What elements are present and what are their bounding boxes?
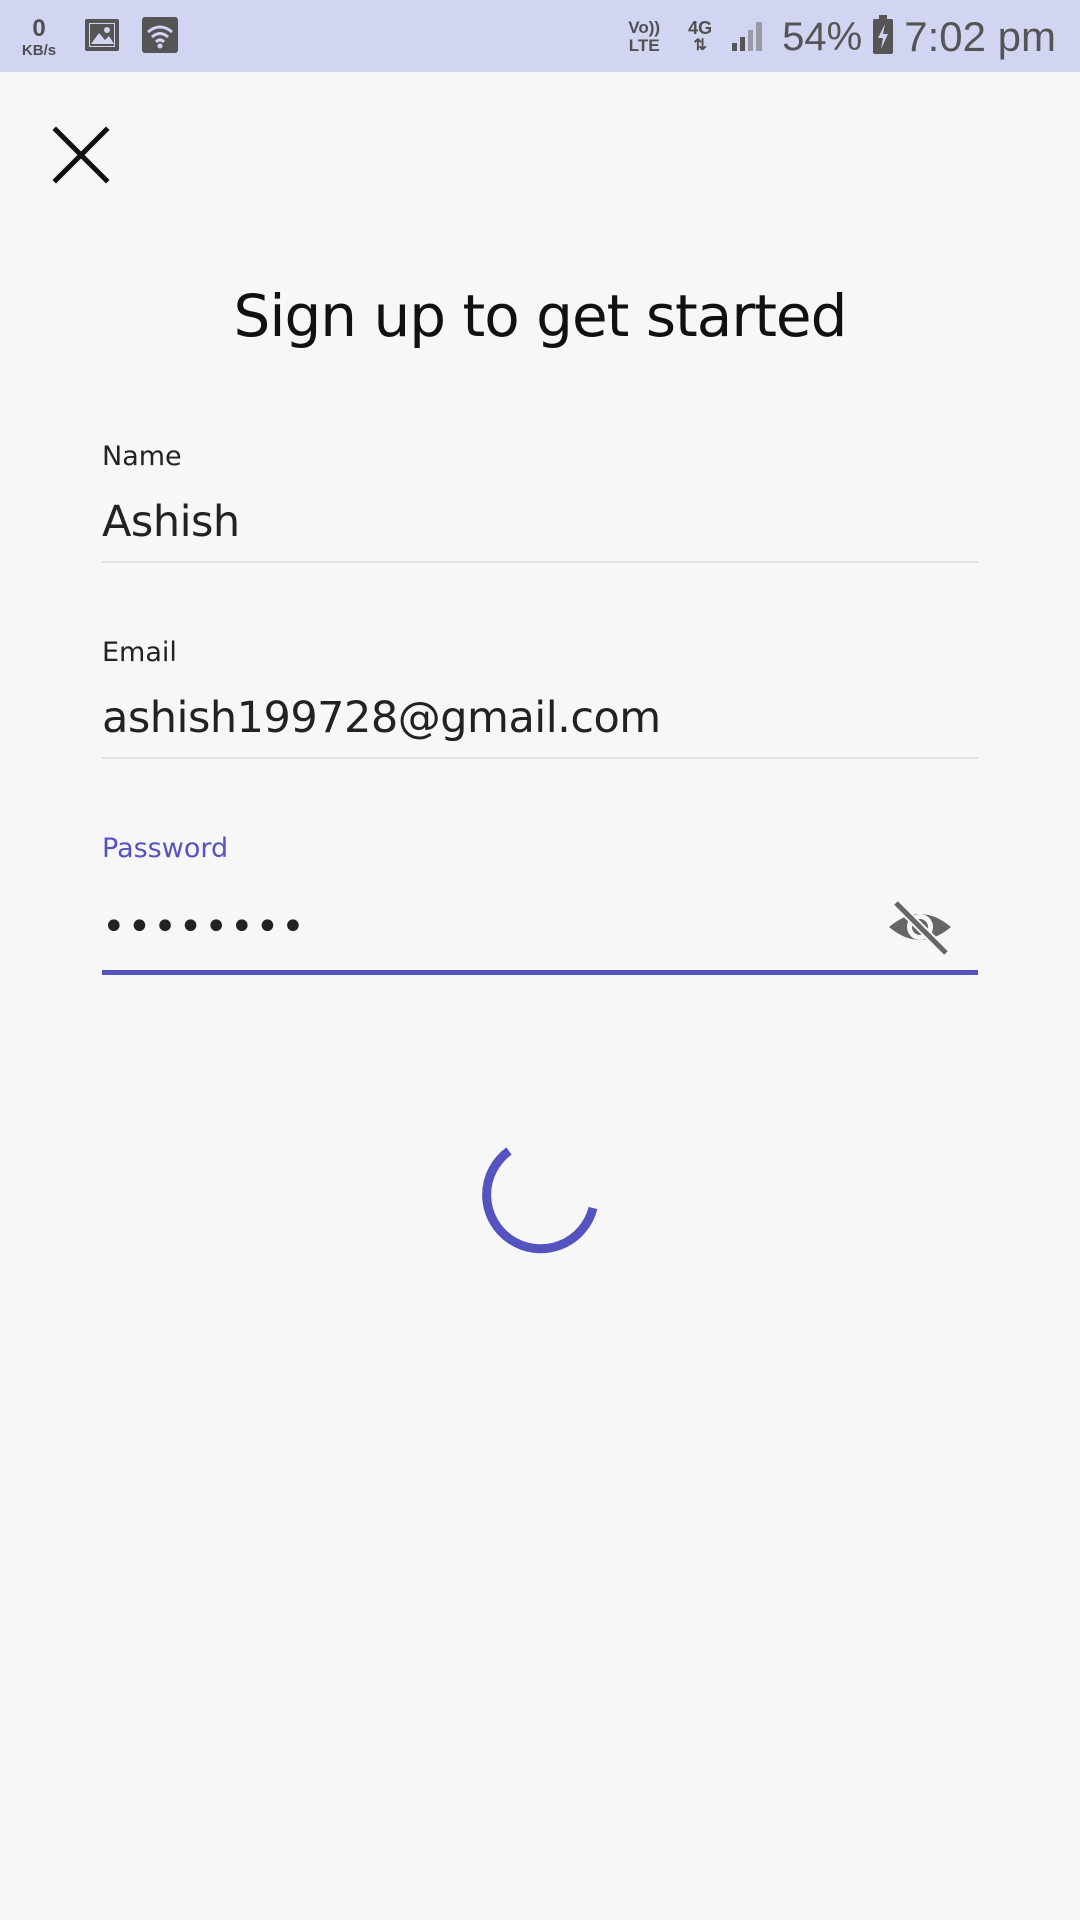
password-field-underline-focused xyxy=(102,970,978,975)
battery-charging-icon xyxy=(872,15,894,59)
email-input[interactable]: ashish199728@gmail.com xyxy=(102,693,978,751)
signup-screen: 0 KB/s Vo)) LTE 4G ⇅ 54% 7:02 pm Sign up… xyxy=(0,0,1080,1920)
close-icon xyxy=(52,126,110,184)
close-button[interactable] xyxy=(52,126,112,186)
network-speed-indicator: 0 KB/s xyxy=(16,14,62,59)
status-bar: 0 KB/s Vo)) LTE 4G ⇅ 54% 7:02 pm xyxy=(0,0,1080,72)
volte-bottom-label: LTE xyxy=(628,36,660,55)
password-input-row: •••••••• xyxy=(102,897,978,957)
network-type-label: 4G xyxy=(688,18,713,38)
name-field-label: Name xyxy=(102,441,182,472)
loading-spinner-icon xyxy=(478,1136,602,1260)
eye-off-icon xyxy=(889,899,951,957)
page-title: Sign up to get started xyxy=(233,282,848,350)
name-field-underline xyxy=(102,561,978,563)
name-input[interactable]: Ashish xyxy=(102,497,978,555)
volte-indicator: Vo)) LTE xyxy=(624,19,664,55)
email-field-underline xyxy=(102,757,978,759)
status-bar-time: 7:02 pm xyxy=(904,13,1056,60)
network-speed-value: 0 xyxy=(32,14,46,42)
wifi-icon xyxy=(142,17,178,57)
network-speed-unit: KB/s xyxy=(21,41,57,59)
signal-icon xyxy=(730,17,768,57)
data-arrows-icon: ⇅ xyxy=(693,37,707,54)
status-bar-left: 0 KB/s xyxy=(16,10,178,64)
password-visibility-toggle[interactable] xyxy=(886,897,954,957)
battery-percentage: 54% xyxy=(782,14,863,59)
email-field[interactable]: Email ashish199728@gmail.com xyxy=(102,637,978,759)
status-bar-right: Vo)) LTE 4G ⇅ 54% 7:02 pm xyxy=(624,8,1056,66)
password-field[interactable]: Password •••••••• xyxy=(102,833,978,975)
volte-top-label: Vo)) xyxy=(628,18,661,37)
email-field-label: Email xyxy=(102,637,177,668)
network-type-indicator: 4G ⇅ xyxy=(682,19,718,55)
password-field-label: Password xyxy=(102,833,229,864)
password-input[interactable]: •••••••• xyxy=(102,904,307,950)
name-field[interactable]: Name Ashish xyxy=(102,441,978,563)
image-icon xyxy=(84,18,120,56)
